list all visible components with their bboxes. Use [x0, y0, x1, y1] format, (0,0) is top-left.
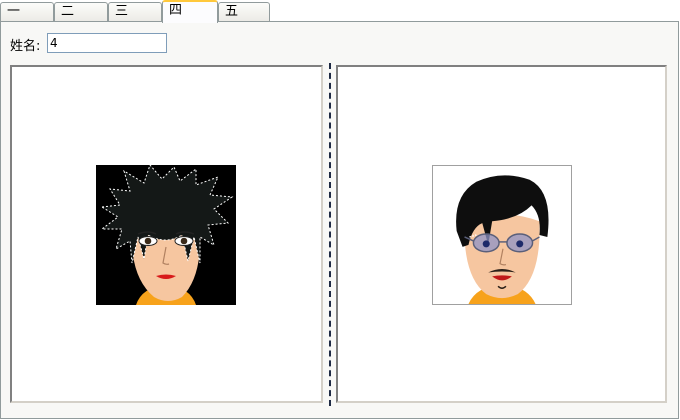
tab-4-label: 四	[169, 3, 183, 18]
spiky-hair-avatar-image	[96, 165, 236, 305]
tab-3[interactable]: 三	[108, 2, 162, 21]
tab-strip: 一 二 三 四 五	[0, 0, 680, 23]
tab-1[interactable]: 一	[0, 2, 54, 21]
tab-4[interactable]: 四	[162, 0, 218, 23]
tab-5[interactable]: 五	[218, 2, 270, 21]
right-image-pane	[336, 65, 667, 403]
left-image-pane	[10, 65, 323, 403]
name-label: 姓名:	[10, 39, 41, 54]
tab-2-label: 二	[61, 4, 75, 19]
tab-3-label: 三	[115, 4, 129, 19]
glasses-avatar-graphic	[433, 166, 571, 304]
name-input[interactable]	[47, 33, 167, 53]
tab-5-label: 五	[225, 4, 239, 19]
pane-divider[interactable]	[329, 63, 331, 406]
spiky-hair-avatar-graphic	[96, 165, 236, 305]
tab-2[interactable]: 二	[54, 2, 108, 21]
tab-1-label: 一	[7, 4, 21, 19]
glasses-avatar-image	[432, 165, 572, 305]
